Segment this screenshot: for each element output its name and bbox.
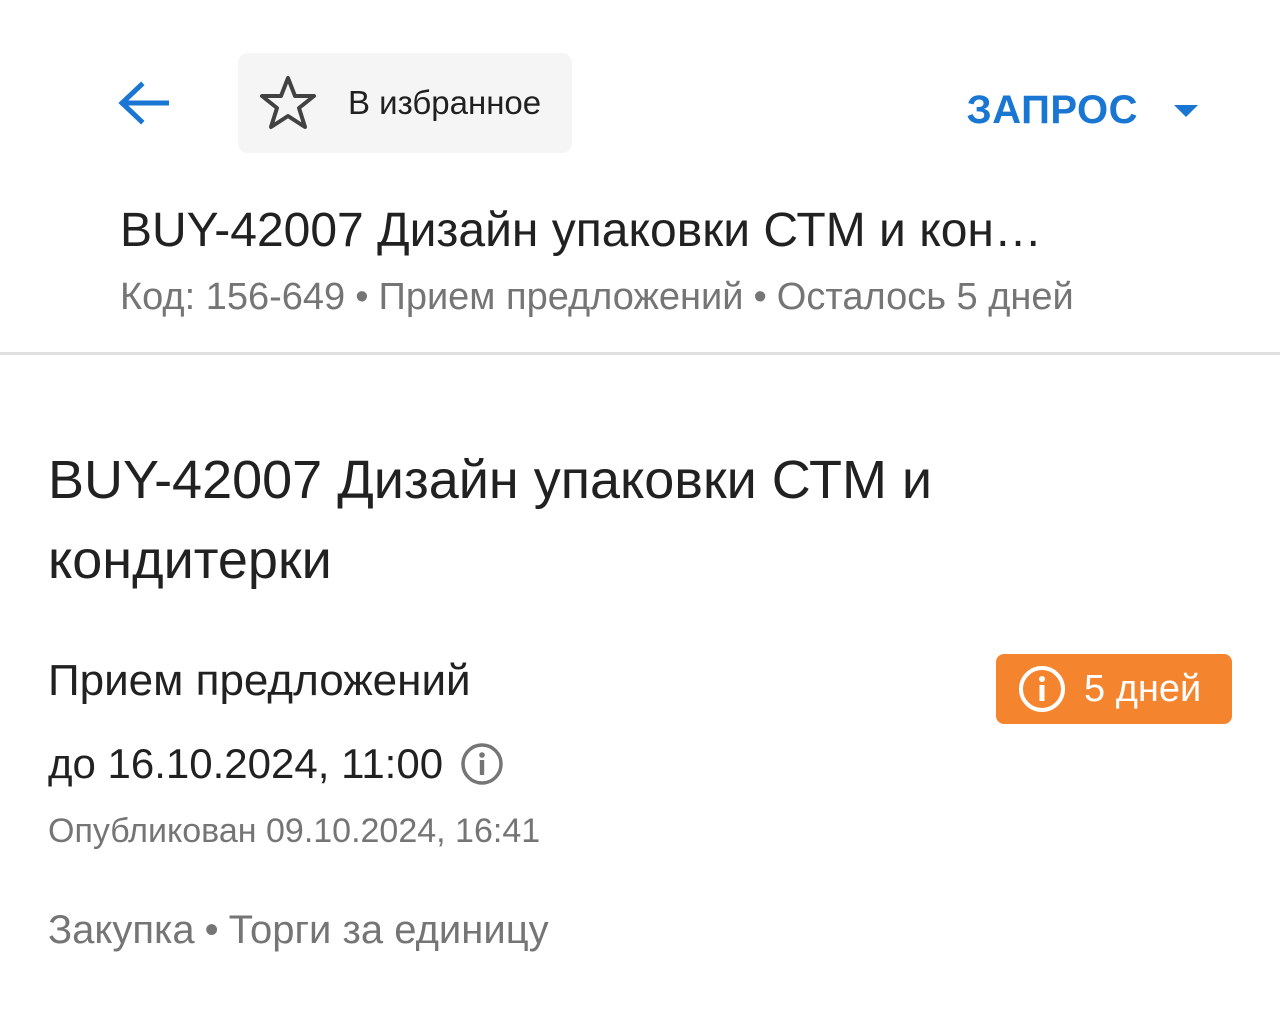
info-icon [1016, 663, 1068, 715]
procurement-type: Закупка [48, 908, 195, 952]
days-left-text: 5 дней [1084, 667, 1202, 710]
status-label: Прием предложений [48, 656, 471, 705]
deadline-date: до 16.10.2024, 11:00 [48, 740, 444, 787]
separator: • [355, 276, 369, 318]
time-remaining: Осталось 5 дней [776, 276, 1074, 318]
days-left-badge: 5 дней [996, 654, 1232, 724]
request-menu-label: ЗАПРОС [966, 88, 1138, 132]
info-icon[interactable] [459, 741, 505, 787]
page-title: BUY-42007 Дизайн упаковки СТМ и кондитер… [48, 450, 933, 590]
request-detail-screen: В избранное ЗАПРОС BUY-42007 Дизайн упак… [0, 0, 1280, 1010]
separator: • [204, 908, 219, 952]
procurement-info: Закупка • Торги за единицу [48, 908, 549, 953]
deadline-row: до 16.10.2024, 11:00 [48, 740, 505, 788]
arrow-left-icon [117, 80, 170, 130]
separator: • [753, 276, 767, 318]
toolbar-title: BUY-42007 Дизайн упаковки СТМ и кондитер… [120, 204, 1045, 257]
star-outline-icon [258, 73, 318, 133]
top-app-bar: В избранное ЗАПРОС BUY-42007 Дизайн упак… [0, 0, 1280, 355]
toolbar-meta: Код: 156-649 • Прием предложений • Осталось … [120, 276, 1074, 319]
request-code: Код: 156-649 [120, 276, 346, 318]
caret-down-icon [1172, 101, 1200, 121]
published-date: Опубликован 09.10.2024, 16:41 [48, 812, 541, 850]
add-to-favorites-button[interactable]: В избранное [238, 53, 572, 153]
back-button[interactable] [108, 70, 178, 140]
request-menu-button[interactable]: ЗАПРОС [967, 88, 1200, 133]
request-status: Прием предложений [378, 276, 744, 318]
favorites-label: В избранное [348, 84, 542, 121]
bidding-type: Торги за единицу [228, 908, 549, 952]
